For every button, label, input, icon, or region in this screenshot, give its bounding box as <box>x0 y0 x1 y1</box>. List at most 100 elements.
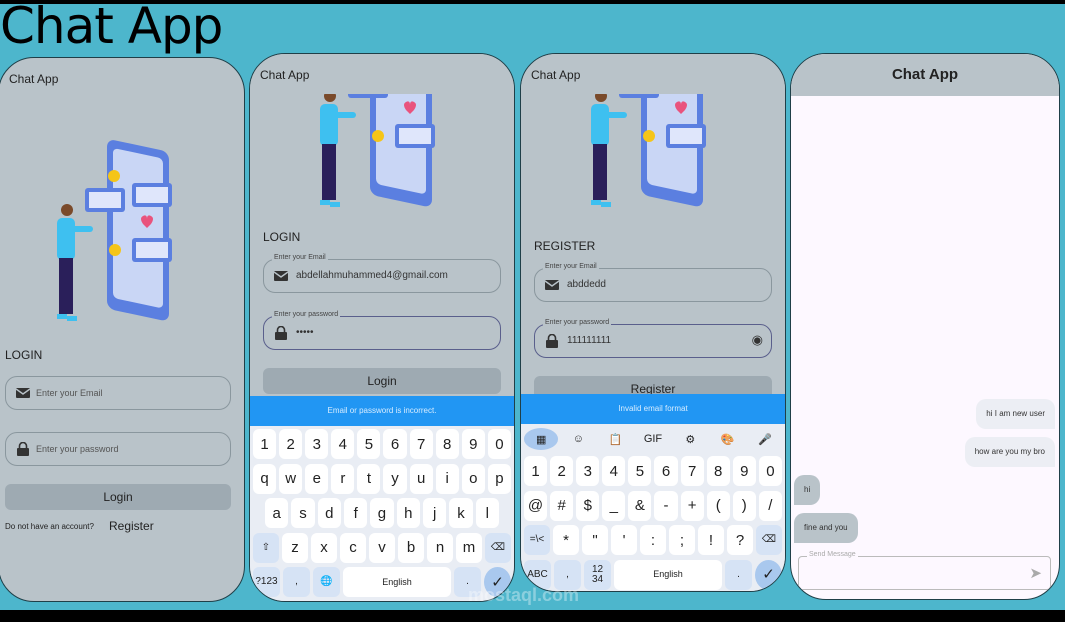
password-field[interactable]: Enter your password ••••• <box>263 311 501 350</box>
key-![interactable]: ! <box>698 525 724 555</box>
mic-icon[interactable]: 🎤 <box>748 428 782 450</box>
key-&[interactable]: & <box>628 490 652 521</box>
key-#[interactable]: # <box>550 490 574 521</box>
login-button[interactable]: Login <box>5 484 231 510</box>
key-9[interactable]: 9 <box>732 456 756 486</box>
key-h[interactable]: h <box>396 498 420 528</box>
palette-icon[interactable]: 🎨 <box>710 428 744 450</box>
key-([interactable]: ( <box>706 490 730 521</box>
key-m[interactable]: m <box>456 532 482 563</box>
key-*[interactable]: * <box>553 525 579 555</box>
key-enter[interactable]: ✓ <box>755 559 782 590</box>
key-,[interactable]: , <box>283 567 310 597</box>
key-"[interactable]: " <box>582 525 608 555</box>
key-p[interactable]: p <box>487 463 511 494</box>
key-backspace[interactable]: ⌫ <box>485 532 511 563</box>
message-bubble: fine and you <box>794 513 858 543</box>
key-'[interactable]: ' <box>611 525 637 555</box>
key-t[interactable]: t <box>357 463 381 494</box>
key-backspace[interactable]: ⌫ <box>756 525 782 555</box>
key-s[interactable]: s <box>291 498 315 528</box>
key-g[interactable]: g <box>370 498 394 528</box>
gear-icon[interactable]: ⚙ <box>673 428 707 450</box>
keyboard: 1 2 3 4 5 6 7 8 9 0 q w e r t y u i o p a s d f g h j k l ⇧ z x c v b n m ⌫ ?1… <box>250 426 514 601</box>
key-?[interactable]: ? <box>727 525 753 555</box>
eye-icon[interactable]: ◉ <box>752 332 763 348</box>
key-?123[interactable]: ?123 <box>253 567 280 597</box>
key-z[interactable]: z <box>282 532 308 563</box>
key-space[interactable]: English <box>343 567 451 597</box>
key-shift[interactable]: ⇧ <box>253 532 279 563</box>
register-heading: REGISTER <box>534 239 596 253</box>
key-3[interactable]: 3 <box>576 456 600 486</box>
password-value: ••••• <box>296 327 314 338</box>
password-field[interactable]: Enter your password <box>5 432 231 466</box>
key-$[interactable]: $ <box>576 490 600 521</box>
key-q[interactable]: q <box>253 463 277 494</box>
key-8[interactable]: 8 <box>435 429 459 459</box>
key-0[interactable]: 0 <box>758 456 782 486</box>
key-4[interactable]: 4 <box>602 456 626 486</box>
password-label: Enter your password <box>543 319 612 326</box>
register-link[interactable]: Register <box>109 519 154 533</box>
key-=\<[interactable]: =\< <box>524 525 550 555</box>
key-w[interactable]: w <box>279 463 303 494</box>
key-e[interactable]: e <box>305 463 329 494</box>
key-:[interactable]: : <box>640 525 666 555</box>
key--[interactable]: - <box>654 490 678 521</box>
key-1[interactable]: 1 <box>253 429 277 459</box>
key-5[interactable]: 5 <box>357 429 381 459</box>
key-x[interactable]: x <box>311 532 337 563</box>
key-)[interactable]: ) <box>732 490 756 521</box>
grid-icon[interactable]: ▦ <box>524 428 559 450</box>
key-l[interactable]: l <box>475 498 499 528</box>
message-input[interactable]: Send Message ➤ <box>798 551 1051 590</box>
send-icon[interactable]: ➤ <box>1029 564 1042 582</box>
key-9[interactable]: 9 <box>461 429 485 459</box>
key-@[interactable]: @ <box>524 490 548 521</box>
key-3[interactable]: 3 <box>305 429 329 459</box>
key-5[interactable]: 5 <box>628 456 652 486</box>
key-4[interactable]: 4 <box>331 429 355 459</box>
key-.[interactable]: . <box>725 559 752 590</box>
key-d[interactable]: d <box>317 498 341 528</box>
key-v[interactable]: v <box>369 532 395 563</box>
key-a[interactable]: a <box>265 498 289 528</box>
key-space[interactable]: English <box>614 559 722 590</box>
key-r[interactable]: r <box>331 463 355 494</box>
key-u[interactable]: u <box>409 463 433 494</box>
key-f[interactable]: f <box>343 498 368 528</box>
email-label: Enter your Email <box>272 254 328 261</box>
gif-button[interactable]: GIF <box>636 428 670 450</box>
key-6[interactable]: 6 <box>383 429 407 459</box>
key-n[interactable]: n <box>427 532 453 563</box>
clipboard-icon[interactable]: 📋 <box>599 428 633 450</box>
key-6[interactable]: 6 <box>654 456 678 486</box>
key-;[interactable]: ; <box>669 525 695 555</box>
login-button[interactable]: Login <box>263 368 501 394</box>
key-7[interactable]: 7 <box>680 456 704 486</box>
key-2[interactable]: 2 <box>550 456 574 486</box>
key-2[interactable]: 2 <box>279 429 303 459</box>
key-c[interactable]: c <box>340 532 366 563</box>
key-1[interactable]: 1 <box>524 456 548 486</box>
email-field[interactable]: Enter your Email <box>5 376 231 410</box>
email-field[interactable]: Enter your Email abddedd <box>534 263 772 302</box>
key-8[interactable]: 8 <box>706 456 730 486</box>
key-k[interactable]: k <box>449 498 473 528</box>
key-1234[interactable]: 12 34 <box>584 559 611 590</box>
key-0[interactable]: 0 <box>487 429 511 459</box>
key-b[interactable]: b <box>398 532 424 563</box>
key-/[interactable]: / <box>758 490 782 521</box>
key-o[interactable]: o <box>461 463 485 494</box>
password-field[interactable]: Enter your password 111111111 ◉ <box>534 319 772 358</box>
key-j[interactable]: j <box>422 498 447 528</box>
sticker-icon[interactable]: ☺ <box>561 428 595 450</box>
key-globe[interactable]: 🌐 <box>313 567 340 597</box>
key-+[interactable]: + <box>680 490 704 521</box>
key-7[interactable]: 7 <box>409 429 433 459</box>
key-i[interactable]: i <box>435 463 459 494</box>
key-_[interactable]: _ <box>602 490 626 521</box>
key-y[interactable]: y <box>383 463 407 494</box>
email-field[interactable]: Enter your Email abdellahmuhammed4@gmail… <box>263 254 501 293</box>
